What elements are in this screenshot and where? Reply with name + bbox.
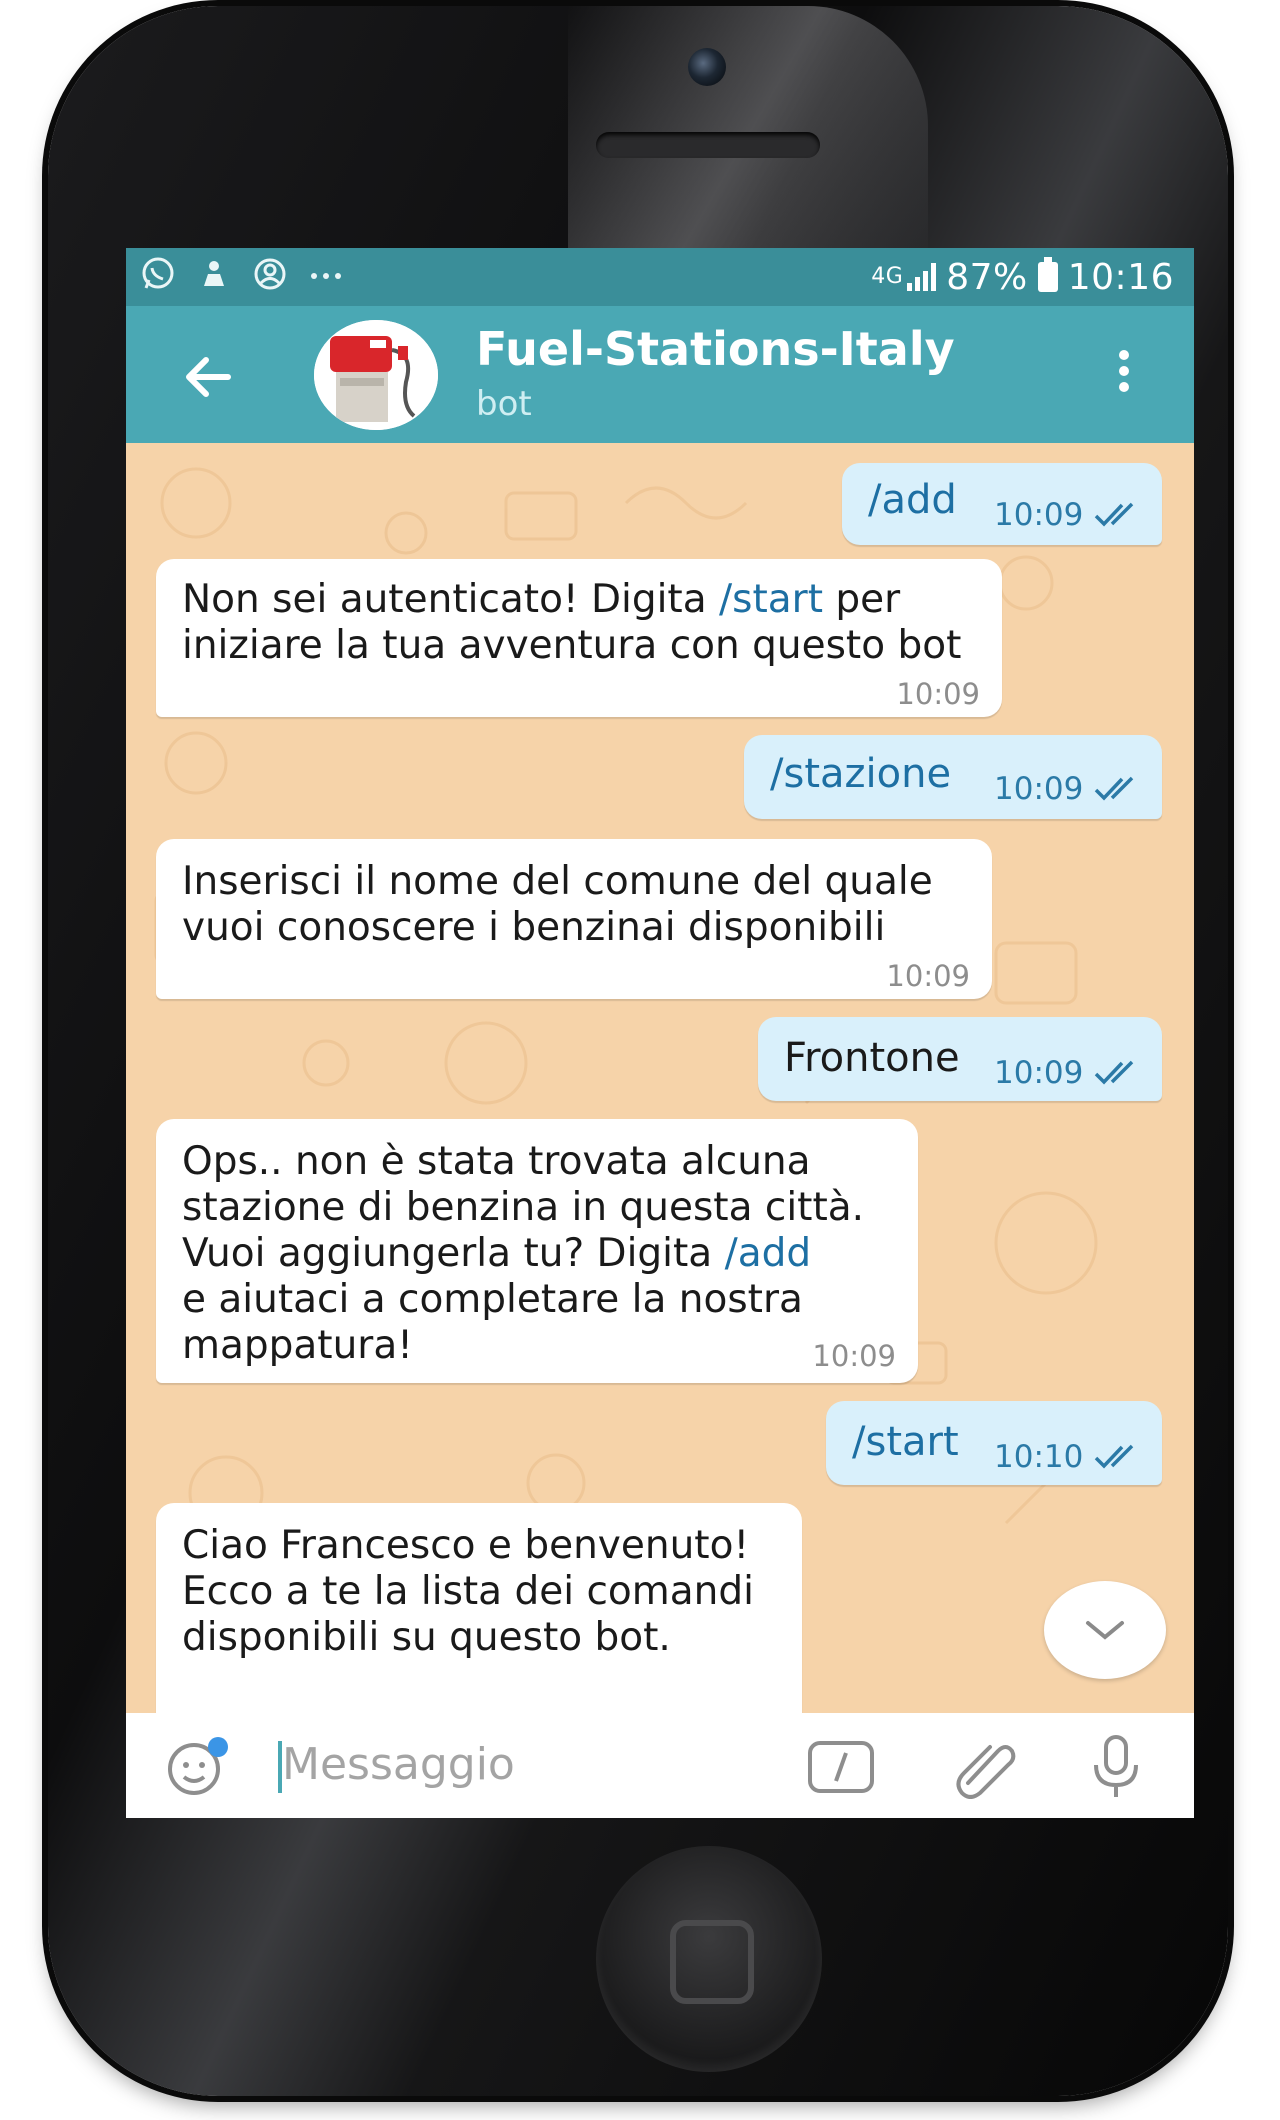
account-icon bbox=[250, 254, 290, 294]
double-check-icon bbox=[1094, 1060, 1134, 1085]
back-arrow-icon[interactable] bbox=[176, 342, 246, 412]
outgoing-message[interactable]: /start 10:10 bbox=[826, 1401, 1162, 1485]
message-time: 10:09 bbox=[994, 1055, 1084, 1091]
scroll-down-button[interactable] bbox=[1044, 1581, 1166, 1679]
message-time: 10:09 bbox=[994, 497, 1084, 533]
message-text: Inserisci il nome del comune del quale v… bbox=[182, 859, 933, 950]
message-text-part: e aiutaci a completare la nostra mappatu… bbox=[182, 1277, 803, 1368]
network-type: 4G bbox=[871, 264, 904, 289]
command-link[interactable]: /add bbox=[725, 1231, 812, 1276]
chat-title[interactable]: Fuel-Stations-Italy bbox=[476, 322, 955, 376]
message-text: Frontone bbox=[784, 1035, 960, 1081]
message-time: 10:09 bbox=[896, 677, 980, 711]
message-time: 10:09 bbox=[812, 1339, 896, 1373]
status-notification-icons bbox=[138, 254, 346, 294]
message-text-part: Non sei autenticato! Digita bbox=[182, 577, 720, 622]
earpiece-speaker bbox=[596, 132, 820, 158]
outgoing-message[interactable]: /stazione 10:09 bbox=[744, 735, 1162, 819]
message-time: 10:10 bbox=[994, 1439, 1084, 1475]
clock: 10:16 bbox=[1067, 256, 1174, 298]
chevron-down-icon bbox=[1086, 1621, 1124, 1640]
phone-screen: 4G 87% 10:16 Fuel-Stations-Italy bot /ad… bbox=[126, 248, 1194, 1818]
message-input[interactable]: Messaggio bbox=[282, 1739, 515, 1790]
notification-icon bbox=[194, 254, 234, 294]
message-input-bar: Messaggio bbox=[126, 1713, 1194, 1818]
more-vert-icon[interactable] bbox=[1116, 350, 1132, 400]
more-notifications-icon bbox=[306, 254, 346, 294]
incoming-message[interactable]: Ops.. non è stata trovata alcuna stazion… bbox=[156, 1119, 918, 1383]
double-check-icon bbox=[1094, 776, 1134, 801]
emoji-icon[interactable] bbox=[162, 1735, 234, 1799]
message-text: /add bbox=[868, 477, 957, 523]
message-text: Ciao Francesco e benvenuto! Ecco a te la… bbox=[182, 1523, 754, 1660]
message-text: Ops.. non è stata trovata alcuna stazion… bbox=[182, 1139, 902, 1369]
double-check-icon bbox=[1094, 502, 1134, 527]
battery-percent: 87% bbox=[946, 256, 1028, 298]
message-text: /stazione bbox=[770, 751, 952, 797]
status-bar: 4G 87% 10:16 bbox=[126, 248, 1194, 306]
home-button[interactable] bbox=[596, 1846, 822, 2072]
incoming-message[interactable]: Inserisci il nome del comune del quale v… bbox=[156, 839, 992, 999]
chat-subtitle: bot bbox=[476, 384, 532, 424]
chat-header: Fuel-Stations-Italy bot bbox=[126, 306, 1194, 443]
incoming-message[interactable]: Non sei autenticato! Digita /start per i… bbox=[156, 559, 1002, 717]
outgoing-message[interactable]: Frontone 10:09 bbox=[758, 1017, 1162, 1101]
double-check-icon bbox=[1094, 1444, 1134, 1469]
microphone-icon[interactable] bbox=[1086, 1731, 1146, 1803]
status-right-group: 4G 87% 10:16 bbox=[871, 252, 1174, 302]
whatsapp-icon bbox=[138, 254, 178, 294]
front-camera bbox=[688, 48, 726, 86]
message-time: 10:09 bbox=[994, 771, 1084, 807]
bot-command-icon[interactable] bbox=[806, 1739, 876, 1795]
bot-avatar[interactable] bbox=[314, 320, 438, 430]
home-button-icon bbox=[670, 1920, 754, 2004]
battery-icon bbox=[1037, 257, 1058, 292]
command-link[interactable]: /start bbox=[719, 577, 823, 622]
outgoing-message[interactable]: /add 10:09 bbox=[842, 463, 1162, 545]
chat-area[interactable]: /add 10:09 Non sei autenticato! Digita /… bbox=[126, 443, 1194, 1733]
message-time: 10:09 bbox=[886, 959, 970, 993]
signal-icon bbox=[907, 263, 937, 291]
incoming-message[interactable]: Ciao Francesco e benvenuto! Ecco a te la… bbox=[156, 1503, 802, 1733]
message-text: Non sei autenticato! Digita /start per i… bbox=[182, 577, 982, 669]
message-text: /start bbox=[852, 1419, 959, 1465]
attachment-icon[interactable] bbox=[948, 1733, 1018, 1799]
